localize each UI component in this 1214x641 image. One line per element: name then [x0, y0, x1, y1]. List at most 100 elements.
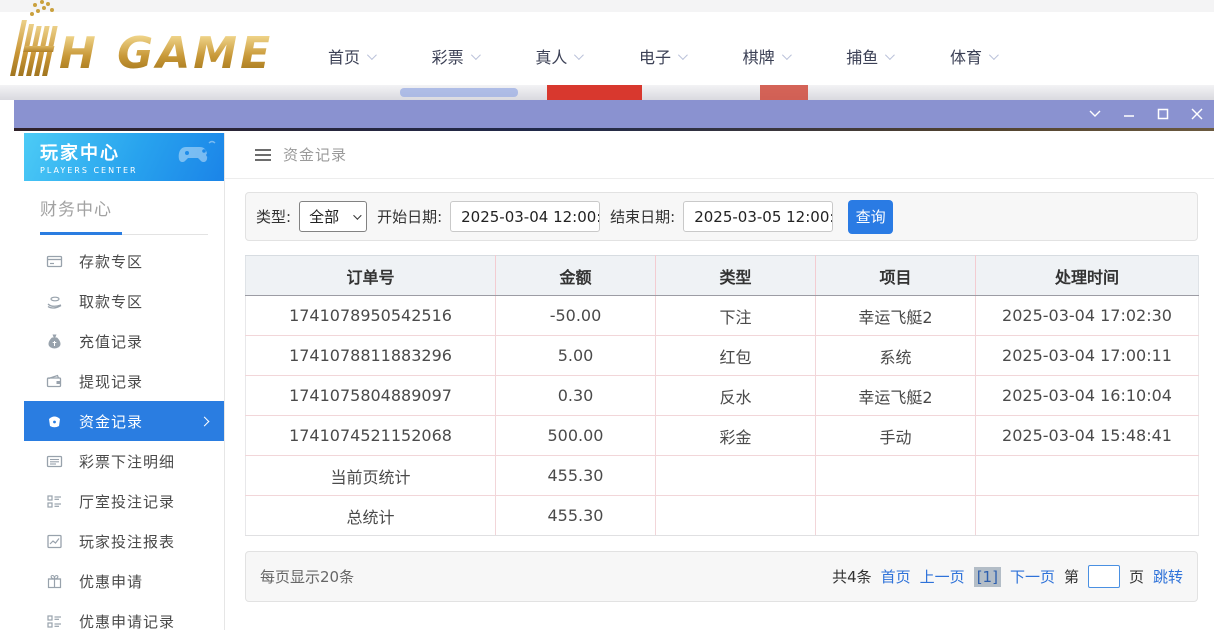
sidebar-item-recharge-records[interactable]: 充值记录 — [24, 321, 224, 361]
sidebar-item-player-bet-report[interactable]: 玩家投注报表 — [24, 521, 224, 561]
nav-item-slots[interactable]: 电子 — [639, 44, 685, 68]
nav-item-live[interactable]: 真人 — [535, 44, 581, 68]
cell-summary-amount: 455.30 — [496, 456, 656, 496]
sidebar-item-fund-records[interactable]: 资金记录 — [24, 401, 224, 441]
cell-process-time: 2025-03-04 16:10:04 — [976, 376, 1199, 416]
purse-icon — [46, 413, 63, 430]
sidebar-item-promo-apply-records[interactable]: 优惠申请记录 — [24, 601, 224, 641]
prev-page-link[interactable]: 上一页 — [920, 566, 965, 587]
window-maximize-icon[interactable] — [1156, 107, 1170, 121]
cell-order-no: 1741075804889097 — [246, 376, 496, 416]
page-size-text: 每页显示20条 — [260, 566, 354, 587]
bank-card-icon — [46, 253, 63, 270]
pagination-bar: 每页显示20条 共4条 首页 上一页 [1] 下一页 第 页 跳转 — [245, 551, 1198, 602]
chevron-down-icon — [885, 50, 895, 60]
cell-empty — [656, 456, 816, 496]
pagination-controls: 共4条 首页 上一页 [1] 下一页 第 页 跳转 — [832, 565, 1183, 588]
gift-icon — [46, 573, 63, 590]
nav-label: 捕鱼 — [846, 44, 878, 68]
sidebar-item-hall-bet-records[interactable]: 厅室投注记录 — [24, 481, 224, 521]
chevron-right-icon — [200, 416, 210, 426]
logo-dots-decoration — [30, 12, 34, 16]
chevron-down-icon — [471, 50, 481, 60]
nav-item-home[interactable]: 首页 — [328, 44, 374, 68]
hamburger-menu-icon[interactable] — [255, 149, 271, 161]
sidebar-item-label: 厅室投注记录 — [79, 491, 175, 512]
top-nav: 首页 彩票 真人 电子 棋牌 捕鱼 体育 — [328, 44, 996, 68]
cell-amount: 500.00 — [496, 416, 656, 456]
cell-process-time: 2025-03-04 17:02:30 — [976, 296, 1199, 336]
table-row: 1741075804889097 0.30 反水 幸运飞艇2 2025-03-0… — [246, 376, 1199, 416]
banner-image-fragment — [547, 85, 642, 100]
window-close-icon[interactable] — [1190, 107, 1204, 121]
jump-button[interactable]: 跳转 — [1153, 566, 1183, 587]
table-header-row: 订单号 金额 类型 项目 处理时间 — [246, 256, 1199, 296]
col-header-amount: 金额 — [496, 256, 656, 296]
sidebar-section: 财务中心 — [24, 181, 224, 235]
type-label: 类型: — [256, 206, 291, 227]
col-header-order-no: 订单号 — [246, 256, 496, 296]
cell-summary-label: 当前页统计 — [246, 456, 496, 496]
next-page-link[interactable]: 下一页 — [1010, 566, 1055, 587]
player-center-window: 玩家中心 PLAYERS CENTER 财务中心 存款专区 — [14, 100, 1214, 630]
total-count-text: 共4条 — [832, 566, 872, 587]
chevron-down-icon — [782, 50, 792, 60]
sidebar-item-lottery-bet-details[interactable]: 彩票下注明细 — [24, 441, 224, 481]
nav-item-sports[interactable]: 体育 — [950, 44, 996, 68]
window-minimize-icon[interactable] — [1122, 107, 1136, 121]
nav-label: 首页 — [328, 44, 360, 68]
start-date-label: 开始日期: — [377, 206, 442, 227]
fund-records-table: 订单号 金额 类型 项目 处理时间 1741078950542516 -50.0… — [245, 255, 1199, 536]
jump-page-input[interactable] — [1088, 565, 1120, 588]
table-row: 1741074521152068 500.00 彩金 手动 2025-03-04… — [246, 416, 1199, 456]
chevron-down-icon — [367, 50, 377, 60]
cell-empty — [816, 496, 976, 536]
checklist-icon — [46, 493, 63, 510]
cell-item: 手动 — [816, 416, 976, 456]
nav-item-boardgames[interactable]: 棋牌 — [743, 44, 789, 68]
col-header-item: 项目 — [816, 256, 976, 296]
table-summary-row-total: 总统计 455.30 — [246, 496, 1199, 536]
cell-empty — [976, 456, 1199, 496]
window-collapse-icon[interactable] — [1088, 107, 1102, 121]
cell-empty — [816, 456, 976, 496]
nav-item-lottery[interactable]: 彩票 — [432, 44, 478, 68]
jump-prefix-label: 第 — [1064, 566, 1079, 587]
chevron-down-icon — [678, 50, 688, 60]
sidebar-item-label: 提现记录 — [79, 371, 143, 392]
sidebar-item-label: 玩家投注报表 — [79, 531, 175, 552]
nav-item-fishing[interactable]: 捕鱼 — [846, 44, 892, 68]
cell-process-time: 2025-03-04 15:48:41 — [976, 416, 1199, 456]
type-select-value: 全部 — [309, 206, 339, 227]
top-strip — [0, 0, 1214, 12]
first-page-link[interactable]: 首页 — [881, 566, 911, 587]
nav-label: 彩票 — [432, 44, 464, 68]
current-page-indicator: [1] — [974, 567, 1001, 587]
report-chart-icon — [46, 533, 63, 550]
sidebar-item-withdraw-zone[interactable]: 取款专区 — [24, 281, 224, 321]
col-header-type: 类型 — [656, 256, 816, 296]
cell-item: 幸运飞艇2 — [816, 376, 976, 416]
sidebar-item-label: 存款专区 — [79, 251, 143, 272]
checklist-icon — [46, 613, 63, 630]
list-card-icon — [46, 453, 63, 470]
site-logo[interactable]: H GAME — [16, 20, 273, 76]
sidebar-item-promo-apply[interactable]: 优惠申请 — [24, 561, 224, 601]
logo-text: H GAME — [59, 32, 273, 76]
start-date-input[interactable] — [450, 201, 600, 232]
sidebar-item-withdrawal-records[interactable]: 提现记录 — [24, 361, 224, 401]
sidebar-item-label: 取款专区 — [79, 291, 143, 312]
main-content: 资金记录 类型: 全部 开始日期: 结束日期: 查询 订单号 — [225, 131, 1214, 630]
end-date-input[interactable] — [683, 201, 833, 232]
nav-label: 棋牌 — [743, 44, 775, 68]
type-select[interactable]: 全部 — [299, 201, 367, 232]
page-title: 资金记录 — [283, 144, 347, 165]
banner-image-fragment — [760, 85, 808, 100]
search-button[interactable]: 查询 — [848, 200, 893, 234]
sidebar-item-deposit-zone[interactable]: 存款专区 — [24, 241, 224, 281]
nav-label: 真人 — [535, 44, 567, 68]
sidebar-item-label: 优惠申请 — [79, 571, 143, 592]
background-banner-sliver — [0, 85, 1214, 100]
chevron-down-icon — [574, 50, 584, 60]
cell-empty — [656, 496, 816, 536]
